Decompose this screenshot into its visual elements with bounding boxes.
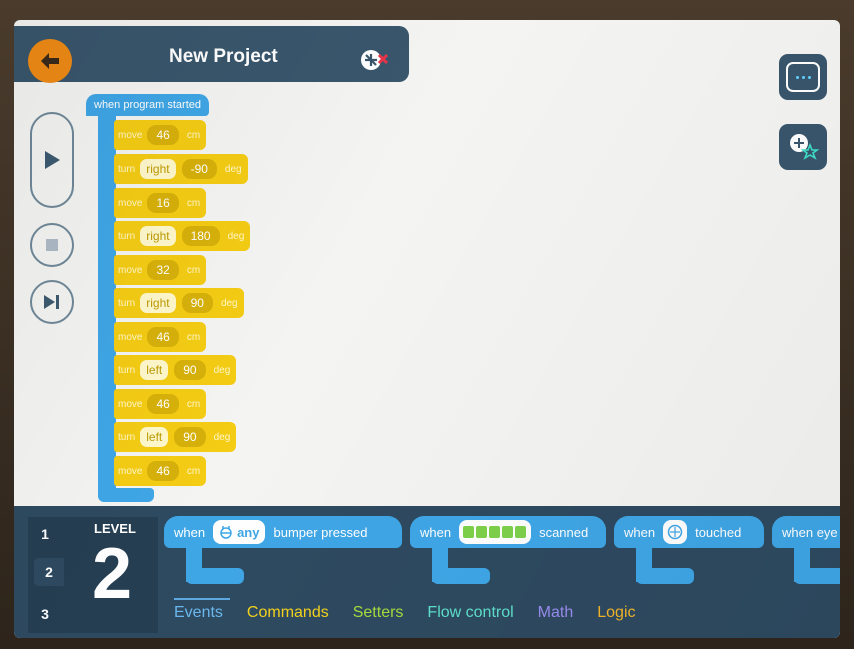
distance-input[interactable]: 32: [147, 260, 179, 280]
angle-input[interactable]: 90: [181, 293, 213, 313]
more-dots-icon: [786, 62, 820, 92]
move-block[interactable]: move 32 cm: [114, 255, 207, 285]
current-level: 2: [92, 534, 133, 614]
move-block[interactable]: move 46 cm: [114, 120, 207, 150]
direction-dropdown[interactable]: right: [140, 293, 176, 313]
bumper-dropdown[interactable]: any: [213, 520, 266, 544]
direction-dropdown[interactable]: right: [140, 226, 176, 246]
distance-input[interactable]: 46: [147, 327, 179, 347]
disconnect-robot-button[interactable]: [358, 46, 390, 74]
distance-input[interactable]: 46: [147, 394, 179, 414]
tab-commands[interactable]: Commands: [247, 604, 329, 622]
page-title: New Project: [169, 46, 278, 67]
angle-input[interactable]: 180: [181, 226, 220, 246]
angle-input[interactable]: -90: [181, 159, 217, 179]
step-forward-icon: [44, 295, 59, 309]
turn-block[interactable]: turn left 90 deg: [114, 422, 237, 452]
level-option-2[interactable]: 2: [34, 558, 64, 586]
direction-dropdown[interactable]: right: [140, 159, 176, 179]
bumper-icon: [220, 526, 232, 539]
level-option-1[interactable]: 1: [34, 520, 56, 548]
move-block[interactable]: move 46 cm: [114, 456, 207, 486]
stop-icon: [46, 239, 58, 251]
scan-pattern-dropdown[interactable]: [459, 520, 532, 544]
turn-block[interactable]: turn right 90 deg: [114, 288, 244, 318]
palette-when-scanned[interactable]: when scanned: [410, 516, 606, 548]
robot-connect-button[interactable]: [779, 124, 827, 170]
color-code-icon: [463, 526, 527, 538]
event-block-foot: [98, 488, 154, 502]
palette-when-eye[interactable]: when eye: [772, 516, 840, 548]
move-block[interactable]: move 46 cm: [114, 322, 207, 352]
touch-sensor-icon: [667, 524, 683, 540]
angle-input[interactable]: 90: [174, 427, 206, 447]
palette-when-bumper-pressed[interactable]: when any bumper pressed: [164, 516, 402, 548]
more-menu-button[interactable]: [779, 54, 827, 100]
direction-dropdown[interactable]: left: [140, 427, 169, 447]
turn-block[interactable]: turn left 90 deg: [114, 355, 237, 385]
turn-block[interactable]: turn right 180 deg: [114, 221, 251, 251]
tab-setters[interactable]: Setters: [353, 604, 404, 622]
play-icon: [45, 151, 60, 169]
category-tabs: Events Commands Setters Flow control Mat…: [174, 598, 636, 622]
arrow-left-icon: [41, 53, 59, 69]
palette-block-foot: [636, 568, 694, 584]
back-button[interactable]: [28, 39, 72, 83]
palette-block-foot: [794, 568, 840, 584]
angle-input[interactable]: 90: [174, 360, 206, 380]
tab-flow-control[interactable]: Flow control: [427, 604, 513, 622]
direction-dropdown[interactable]: left: [140, 360, 169, 380]
block-palette: when any bumper pressed when scanned whe…: [164, 512, 840, 602]
touch-sensor-dropdown[interactable]: [663, 520, 688, 544]
level-option-3[interactable]: 3: [34, 600, 56, 628]
robot-star-icon: [790, 134, 820, 160]
palette-block-foot: [186, 568, 244, 584]
palette-block-foot: [432, 568, 490, 584]
palette-when-touched[interactable]: when touched: [614, 516, 764, 548]
distance-input[interactable]: 46: [147, 125, 179, 145]
distance-input[interactable]: 16: [147, 193, 179, 213]
turn-block[interactable]: turn right -90 deg: [114, 154, 248, 184]
step-button[interactable]: [30, 280, 74, 324]
tab-math[interactable]: Math: [538, 604, 574, 622]
project-header: New Project: [14, 26, 409, 83]
app-screen: New Project when program started move 46…: [14, 20, 840, 638]
tab-logic[interactable]: Logic: [597, 604, 635, 622]
robot-disconnected-icon: [361, 50, 389, 70]
tab-events[interactable]: Events: [174, 598, 230, 622]
stop-button[interactable]: [30, 223, 74, 267]
move-block[interactable]: move 16 cm: [114, 188, 207, 218]
move-block[interactable]: move 46 cm: [114, 389, 207, 419]
play-button[interactable]: [30, 112, 74, 208]
distance-input[interactable]: 46: [147, 461, 179, 481]
